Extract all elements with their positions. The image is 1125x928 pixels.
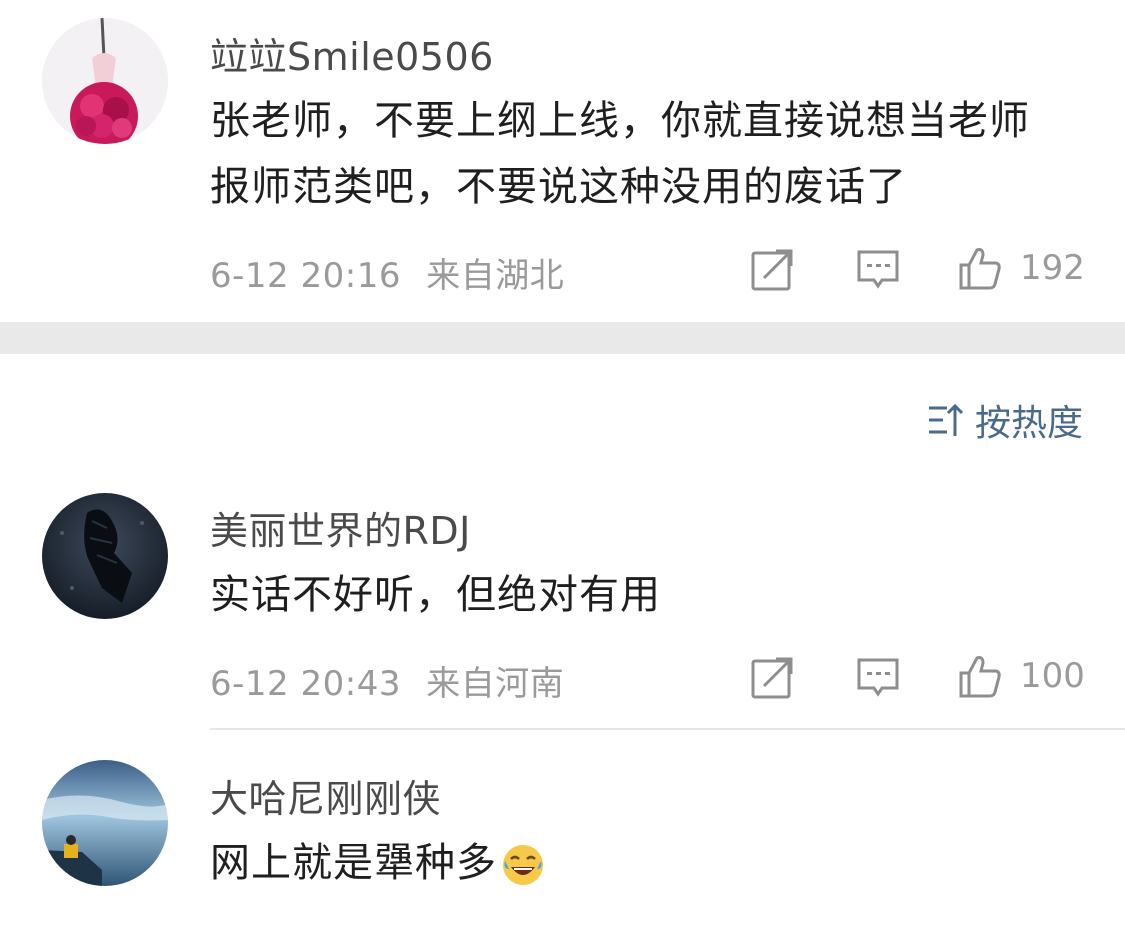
sort-label: 按热度: [974, 403, 1083, 444]
comment-icon[interactable]: [856, 248, 900, 292]
comment-author[interactable]: 竝竝Smile0506: [210, 26, 494, 81]
comment-text: 张老师，不要上纲上线，你就直接说想当老师报师范类吧，不要说这种没用的废话了: [210, 98, 1030, 210]
comment-actions: 192: [0, 240, 1125, 300]
section-separator: [0, 322, 1125, 354]
like-icon[interactable]: [958, 654, 1002, 698]
comment-text: 网上就是犟种多: [210, 830, 1040, 896]
comment-text-content: 网上就是犟种多: [210, 840, 497, 886]
comment-divider: [210, 728, 1125, 730]
comment-text: 实话不好听，但绝对有用: [210, 572, 661, 618]
comment-author[interactable]: 美丽世界的RDJ: [210, 500, 471, 555]
share-icon[interactable]: [750, 248, 794, 292]
comment-author[interactable]: 大哈尼刚刚侠: [210, 768, 441, 823]
avatar[interactable]: [42, 493, 168, 619]
like-count: 192: [1020, 248, 1085, 288]
sort-icon: [928, 403, 963, 436]
like-icon[interactable]: [958, 246, 1002, 290]
like-count: 100: [1020, 656, 1085, 696]
comment-actions: 100: [0, 648, 1125, 708]
avatar[interactable]: [42, 18, 168, 144]
laughing-tears-emoji: [503, 845, 543, 885]
share-icon[interactable]: [750, 656, 794, 700]
comment-icon[interactable]: [856, 656, 900, 700]
sort-by-hot-button[interactable]: 按热度: [927, 398, 1083, 444]
comment-item: 竝竝Smile0506 张老师，不要上纲上线，你就直接说想当老师报师范类吧，不要…: [0, 0, 1125, 322]
comment-item: 大哈尼刚刚侠 网上就是犟种多: [0, 748, 1125, 928]
avatar[interactable]: [42, 760, 168, 886]
comment-item: 美丽世界的RDJ 实话不好听，但绝对有用 6-12 20:43 来自河南 100: [0, 480, 1125, 730]
